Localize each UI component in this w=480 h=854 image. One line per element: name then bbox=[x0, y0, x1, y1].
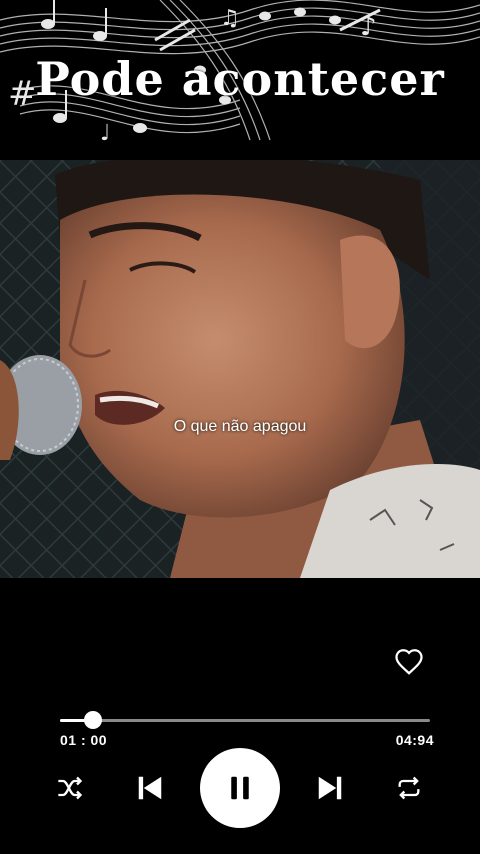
svg-text:♩: ♩ bbox=[100, 121, 110, 146]
skip-next-icon bbox=[318, 776, 342, 800]
pause-icon bbox=[231, 776, 249, 800]
svg-text:♫: ♫ bbox=[220, 6, 240, 31]
progress-bar[interactable] bbox=[60, 711, 430, 729]
skip-previous-icon bbox=[138, 776, 162, 800]
repeat-button[interactable] bbox=[394, 774, 424, 802]
elapsed-time: 01 : 00 bbox=[60, 732, 108, 748]
singer-illustration bbox=[0, 160, 480, 578]
lyric-caption: O que não apagou bbox=[173, 418, 307, 435]
shuffle-button[interactable] bbox=[56, 774, 84, 802]
heart-icon[interactable] bbox=[394, 647, 424, 677]
song-title: Pode acontecer bbox=[35, 52, 445, 106]
svg-text:♪: ♪ bbox=[360, 12, 377, 42]
previous-button[interactable] bbox=[134, 772, 166, 804]
progress-thumb[interactable] bbox=[84, 711, 103, 729]
header-banner: # ♪ ♫ ♩ Pode acontecer bbox=[0, 0, 480, 160]
video-frame[interactable]: O que não apagou bbox=[0, 160, 480, 578]
shuffle-icon bbox=[58, 776, 83, 800]
total-time: 04:94 bbox=[395, 732, 434, 748]
repeat-icon bbox=[398, 776, 420, 800]
pause-button[interactable] bbox=[200, 748, 280, 828]
next-button[interactable] bbox=[314, 772, 346, 804]
